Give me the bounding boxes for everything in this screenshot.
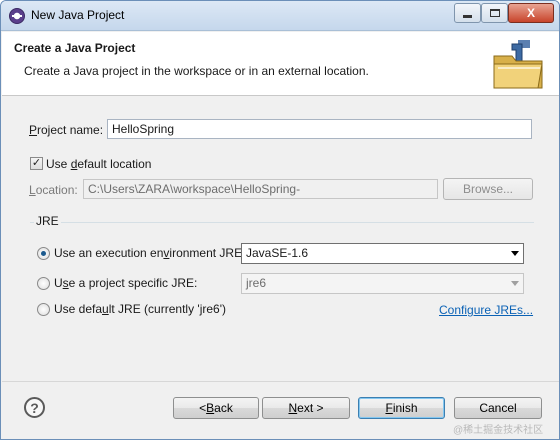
watermark-text: @稀土掘金技术社区 — [453, 425, 544, 436]
browse-button: Browse... — [443, 178, 533, 200]
new-java-project-dialog: New Java Project X Create a Java Project… — [0, 0, 560, 440]
default-jre-radio[interactable] — [37, 303, 50, 316]
help-icon[interactable]: ? — [24, 397, 45, 418]
location-label: Location: — [29, 183, 78, 197]
wizard-header: Create a Java Project Create a Java proj… — [2, 32, 559, 96]
maximize-icon — [489, 9, 500, 17]
execution-environment-label[interactable]: Use an execution environment JRE: — [54, 246, 245, 260]
finish-button[interactable]: Finish — [358, 397, 445, 419]
minimize-button[interactable] — [454, 3, 481, 23]
project-specific-jre-select: jre6 — [241, 273, 524, 294]
project-specific-jre-label[interactable]: Use a project specific JRE: — [54, 276, 197, 290]
close-icon: X — [526, 6, 535, 20]
back-button[interactable]: < Back — [173, 397, 259, 419]
wizard-description: Create a Java project in the workspace o… — [24, 64, 369, 78]
close-button[interactable]: X — [508, 3, 554, 23]
chevron-down-icon — [511, 251, 519, 256]
next-button[interactable]: Next > — [262, 397, 350, 419]
wizard-title: Create a Java Project — [14, 41, 136, 55]
location-input: C:\Users\ZARA\workspace\HelloSpring- — [83, 179, 438, 199]
project-specific-jre-value: jre6 — [246, 276, 267, 290]
window-title: New Java Project — [31, 8, 125, 22]
project-name-label: Project name: — [29, 123, 104, 137]
configure-jres-link[interactable]: Configure JREs... — [439, 303, 533, 317]
default-jre-label[interactable]: Use default JRE (currently 'jre6') — [54, 302, 226, 316]
project-name-input[interactable]: HelloSpring — [107, 119, 532, 139]
title-bar[interactable]: New Java Project X — [1, 1, 559, 31]
chevron-down-icon — [511, 281, 519, 286]
jre-group-label: JRE — [34, 214, 61, 228]
project-specific-jre-radio[interactable] — [37, 277, 50, 290]
use-default-location-label[interactable]: Use default location — [46, 157, 151, 171]
use-default-location-checkbox[interactable]: ✓ — [30, 157, 43, 170]
new-java-project-wizard-icon — [493, 40, 543, 89]
maximize-button[interactable] — [481, 3, 508, 23]
eclipse-icon — [9, 8, 25, 24]
execution-environment-radio[interactable] — [37, 247, 50, 260]
execution-environment-value: JavaSE-1.6 — [246, 246, 309, 260]
cancel-button[interactable]: Cancel — [454, 397, 542, 419]
execution-environment-select[interactable]: JavaSE-1.6 — [241, 243, 524, 264]
minimize-icon — [463, 14, 472, 18]
footer-divider — [2, 381, 559, 382]
